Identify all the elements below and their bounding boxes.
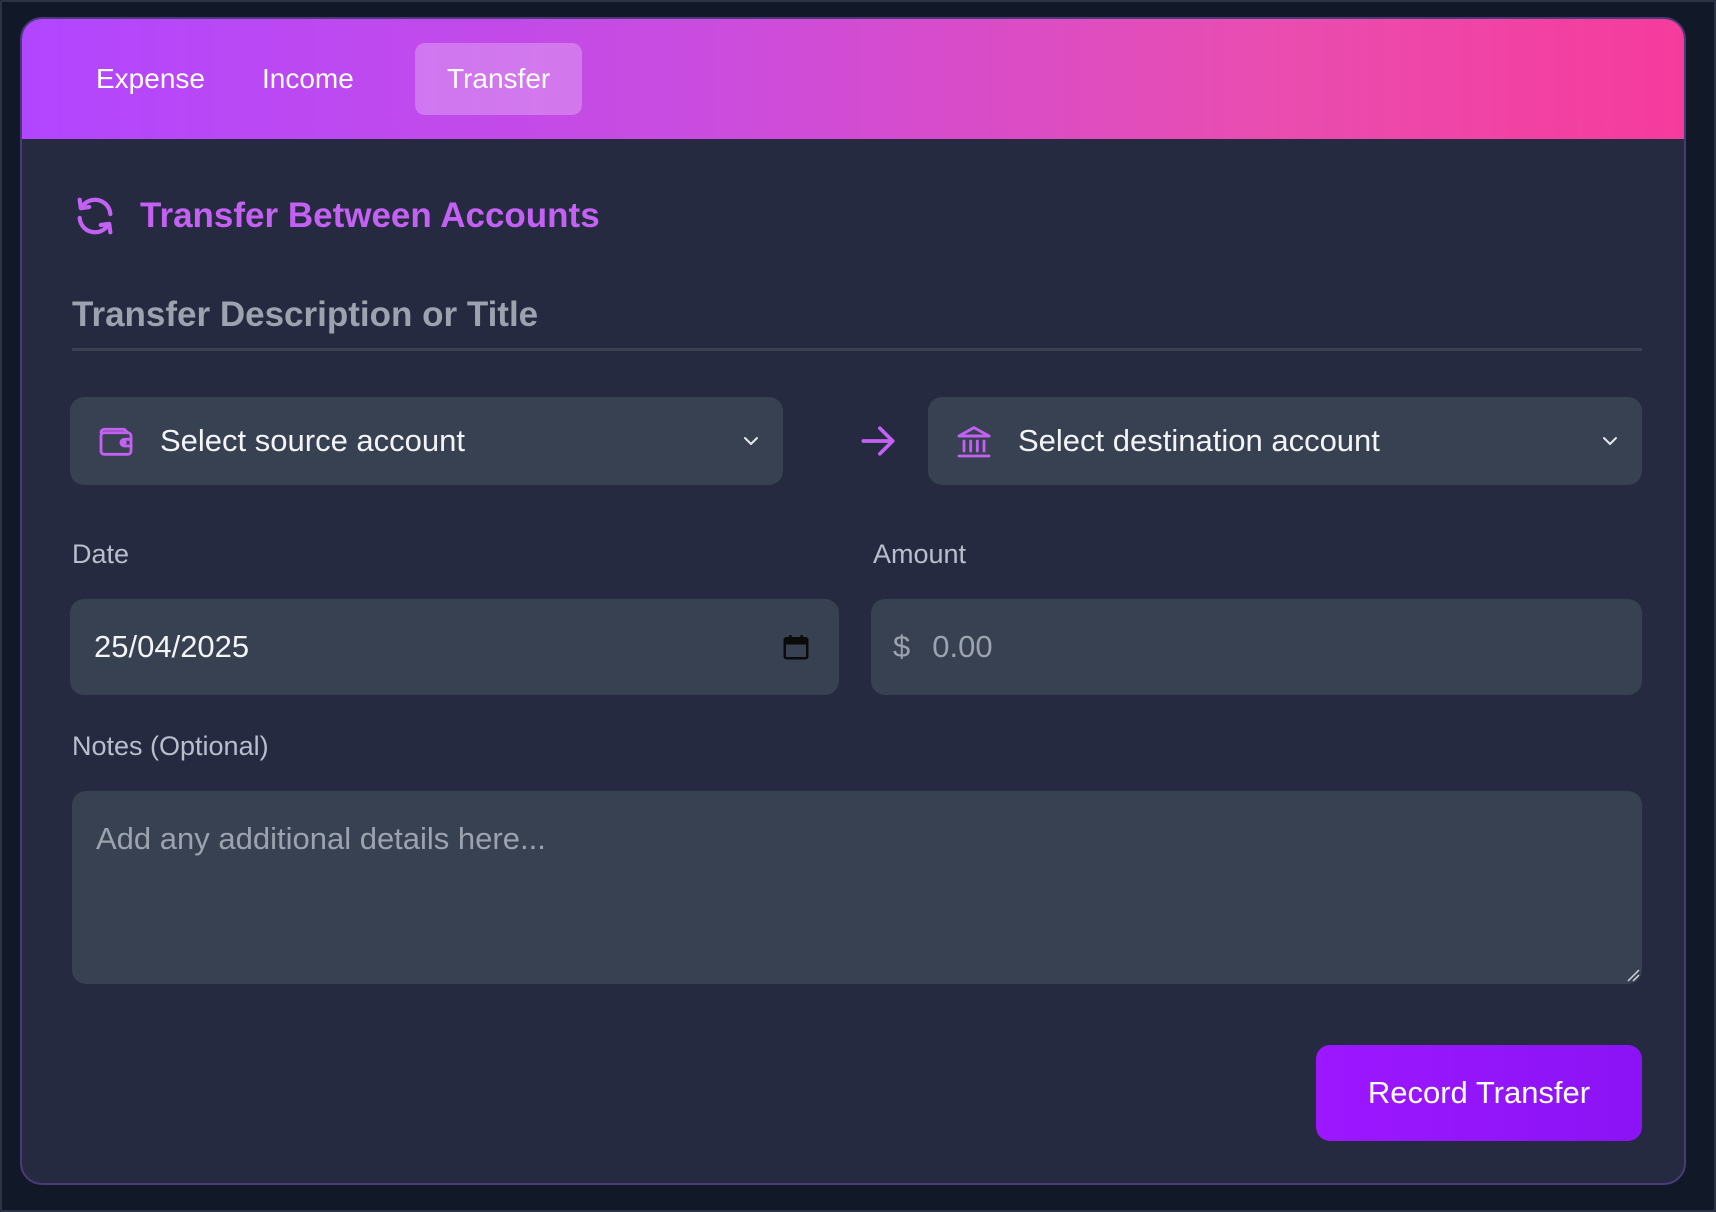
- tab-expense[interactable]: Expense: [64, 43, 237, 115]
- tab-transfer[interactable]: Transfer: [415, 43, 583, 115]
- currency-symbol: $: [893, 629, 911, 664]
- notes-textarea[interactable]: Add any additional details here...: [72, 791, 1642, 984]
- transaction-form-card: Expense Income Transfer Transfer Between…: [20, 17, 1686, 1185]
- arrow-right-icon: [861, 426, 895, 456]
- amount-label: Amount: [873, 539, 967, 569]
- date-value: 25/04/2025: [94, 629, 250, 664]
- resize-handle-icon[interactable]: [1626, 968, 1640, 982]
- refresh-icon: [77, 197, 113, 235]
- source-account-label: Select source account: [160, 423, 466, 458]
- chevron-down-icon: [1603, 437, 1617, 445]
- date-input[interactable]: 25/04/2025: [70, 599, 839, 695]
- section-header: Transfer Between Accounts: [72, 191, 600, 241]
- notes-placeholder: Add any additional details here...: [96, 821, 546, 856]
- notes-label: Notes (Optional): [72, 731, 269, 761]
- destination-account-select[interactable]: Select destination account: [928, 397, 1642, 485]
- record-transfer-button[interactable]: Record Transfer: [1316, 1045, 1642, 1141]
- transfer-title-input[interactable]: [72, 281, 1642, 351]
- date-label: Date: [72, 539, 130, 569]
- source-account-select[interactable]: Select source account: [70, 397, 783, 485]
- chevron-down-icon: [744, 437, 758, 445]
- amount-input[interactable]: $ 0.00: [871, 599, 1642, 695]
- transaction-type-tabs: Expense Income Transfer: [22, 19, 1684, 139]
- tab-income[interactable]: Income: [230, 43, 386, 115]
- section-title: Transfer Between Accounts: [140, 196, 600, 235]
- calendar-icon[interactable]: [781, 632, 811, 662]
- wallet-icon: [99, 427, 133, 456]
- amount-placeholder: 0.00: [932, 629, 993, 664]
- destination-account-label: Select destination account: [1018, 423, 1380, 458]
- bank-icon: [957, 426, 991, 458]
